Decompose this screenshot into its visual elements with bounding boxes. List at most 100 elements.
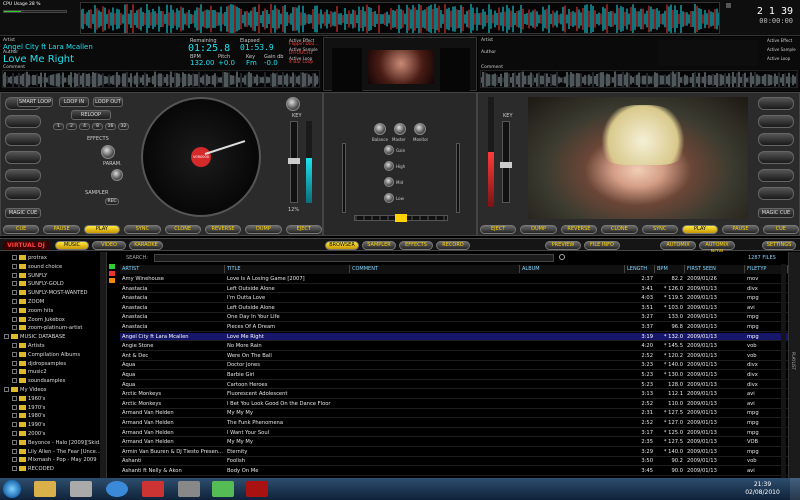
expand-icon[interactable] xyxy=(12,255,17,260)
pitch-slider-handle-b[interactable] xyxy=(500,162,512,168)
eq-high-knob[interactable] xyxy=(384,161,394,171)
eq-low-knob[interactable] xyxy=(384,193,394,203)
table-row[interactable]: Aqua Cartoon Heroes 5:23 128.0 2009/01/13 div… xyxy=(120,381,788,390)
sidebar-item[interactable]: 1980's xyxy=(12,412,45,421)
sidebar-item[interactable]: RECODED xyxy=(12,465,54,474)
expand-icon[interactable] xyxy=(12,290,17,296)
table-row[interactable]: Armand Van Helden The Funk Phenomena 2:52 *… xyxy=(120,419,788,428)
expand-icon[interactable] xyxy=(12,378,17,384)
deck-b-side-button-5[interactable] xyxy=(758,169,794,182)
sidebar-item[interactable]: sound choice xyxy=(12,263,62,272)
taskbar-media-icon[interactable] xyxy=(142,481,164,497)
col-header-title[interactable]: TITLE xyxy=(225,265,350,273)
magic-cue-button-b[interactable]: MAGIC CUE xyxy=(758,208,794,218)
sidebar-item[interactable]: My Videos xyxy=(4,386,46,395)
expand-icon[interactable] xyxy=(12,299,17,304)
table-row[interactable]: Armin Van Buuren & DJ Tiesto Presen... Et… xyxy=(120,448,788,457)
expand-icon[interactable] xyxy=(12,281,17,287)
deck-a-waveform[interactable] xyxy=(2,70,320,88)
deck-a-cue-button[interactable]: CUE xyxy=(3,225,40,234)
deck-a-side-button-6[interactable] xyxy=(5,187,41,200)
tab-sampler[interactable]: SAMPLER xyxy=(362,241,396,250)
col-header-artist[interactable]: ARTIST xyxy=(120,265,225,273)
master-knob[interactable] xyxy=(394,123,406,135)
sidebar-item[interactable]: ZOOM xyxy=(12,298,44,307)
sidebar-item[interactable]: Compilation Albums xyxy=(12,351,80,360)
loop-size-2[interactable]: 2 xyxy=(66,123,77,130)
show-desktop-button[interactable] xyxy=(790,478,800,500)
tab-preview[interactable]: PREVIEW xyxy=(545,241,581,250)
col-header-first-seen[interactable]: FIRST SEEN xyxy=(685,265,745,273)
deck-b-side-button-3[interactable] xyxy=(758,133,794,146)
expand-icon[interactable] xyxy=(12,351,17,357)
tab-file-info[interactable]: FILE INFO xyxy=(584,241,620,250)
taskbar-app-icon[interactable] xyxy=(212,481,234,497)
table-row[interactable]: Anastacia Left Outside Alone 3:51 * 103.0 20… xyxy=(120,304,788,313)
taskbar-settings-icon[interactable] xyxy=(178,481,200,497)
expand-icon[interactable] xyxy=(12,431,17,436)
sidebar-item[interactable]: Zoom Jukebox xyxy=(12,316,65,325)
sidebar-item[interactable]: 1960's xyxy=(12,395,45,404)
settings-button[interactable]: SETTINGS xyxy=(762,241,796,250)
deck-b-clone-button[interactable]: CLONE xyxy=(601,225,638,234)
deck-b-side-button-6[interactable] xyxy=(758,187,794,200)
eq-mid-knob[interactable] xyxy=(384,177,394,187)
right-side-strip[interactable]: PLAYLIST xyxy=(788,252,800,478)
volume-fader-b[interactable] xyxy=(456,143,460,213)
deck-a-play-button[interactable]: PLAY xyxy=(83,225,121,234)
sidebar-item[interactable]: MUSIC DATABASE xyxy=(4,333,65,342)
loop-out-button[interactable]: LOOP OUT xyxy=(93,97,123,107)
search-icon[interactable] xyxy=(559,254,565,260)
start-button[interactable] xyxy=(3,480,21,498)
taskbar-tools-icon[interactable] xyxy=(70,481,92,497)
sidebar-item[interactable]: 1970's xyxy=(12,404,45,413)
deck-a-side-button-4[interactable] xyxy=(5,151,41,164)
top-overview-waveform[interactable] xyxy=(80,2,720,34)
expand-icon[interactable] xyxy=(12,439,17,445)
loop-size-8[interactable]: 8 xyxy=(92,123,103,130)
tab-music[interactable]: MUSIC xyxy=(55,241,89,250)
turntable-platter[interactable]: V0R0000 xyxy=(141,97,261,217)
expand-icon[interactable] xyxy=(12,413,17,419)
pitch-knob[interactable] xyxy=(286,97,300,111)
effect-param-knob-1[interactable] xyxy=(101,145,115,159)
deck-b-play-button[interactable]: PLAY xyxy=(681,225,719,234)
deck-a-dump-button[interactable]: DUMP xyxy=(245,225,282,234)
col-header-length[interactable]: LENGTH xyxy=(625,265,655,273)
pitch-slider-track-b[interactable] xyxy=(500,121,512,203)
expand-icon[interactable] xyxy=(12,360,17,366)
tab-browser[interactable]: BROWSER xyxy=(325,241,359,250)
table-row[interactable]: Anastacia I'm Outta Love 4:03 * 119.5 2009/0… xyxy=(120,294,788,303)
loop-size-32[interactable]: 32 xyxy=(118,123,129,130)
deck-b-dump-button[interactable]: DUMP xyxy=(520,225,557,234)
reloop-button[interactable]: RELOOP xyxy=(71,110,111,120)
loop-size-1[interactable]: 1 xyxy=(53,123,64,130)
table-row[interactable]: Ashanti ft Nelly & Akon Body On Me 3:45 90.… xyxy=(120,467,788,476)
tab-automix-now[interactable]: AUTOMIX NOW xyxy=(699,241,735,255)
sidebar-item[interactable]: SUNFLY xyxy=(12,272,47,281)
expand-icon[interactable] xyxy=(12,404,17,410)
sidebar-item[interactable]: Lily Allen - The Fear [Unce... xyxy=(12,448,101,457)
table-row[interactable]: Armand Van Helden I Want Your Soul 3:17 * 1… xyxy=(120,429,788,438)
deck-a-side-button-5[interactable] xyxy=(5,169,41,182)
sidebar-item[interactable]: SUNFLY-GOLD xyxy=(12,280,64,289)
search-input[interactable] xyxy=(154,254,554,262)
expand-icon[interactable] xyxy=(12,272,17,278)
sidebar-item[interactable]: 2000's xyxy=(12,430,45,439)
sidebar-item[interactable]: Beyonce - Halo [2009][Skid... xyxy=(12,439,104,448)
tab-automix[interactable]: AUTOMIX xyxy=(660,241,696,250)
table-row[interactable]: Aqua Doctor Jones 3:23 * 140.0 2009/01/13 div… xyxy=(120,361,788,371)
deck-b-side-button-2[interactable] xyxy=(758,115,794,128)
magic-cue-button[interactable]: MAGIC CUE xyxy=(5,208,41,218)
deck-a-reverse-button[interactable]: REVERSE xyxy=(204,225,242,234)
table-row[interactable]: Anastacia Pieces Of A Dream 3:37 96.8 2009/0… xyxy=(120,323,788,332)
table-row[interactable]: Anastacia One Day In Your Life 3:27 133.0 20… xyxy=(120,313,788,323)
loop-size-4[interactable]: 4 xyxy=(79,123,90,130)
sidebar-item[interactable]: zoom-platinum-artist xyxy=(12,324,82,333)
expand-icon[interactable] xyxy=(12,422,17,428)
deck-a-side-button-2[interactable] xyxy=(5,115,41,128)
expand-icon[interactable] xyxy=(12,369,17,375)
expand-icon[interactable] xyxy=(12,457,17,463)
expand-icon[interactable] xyxy=(12,316,17,322)
table-row[interactable]: Armand Van Helden My My My 2:31 * 127.5 2009… xyxy=(120,409,788,419)
